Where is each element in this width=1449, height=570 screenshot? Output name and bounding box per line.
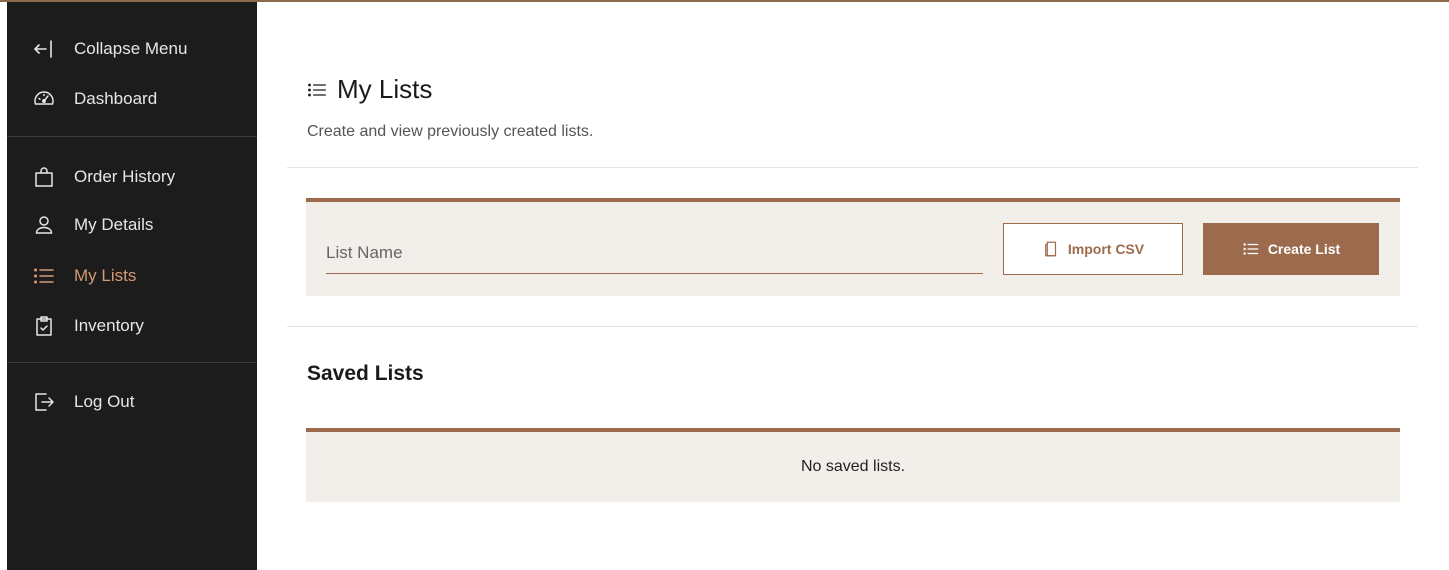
import-csv-button[interactable]: Import CSV xyxy=(1003,223,1183,275)
list-icon xyxy=(307,80,327,100)
sidebar-item-log-out[interactable]: Log Out xyxy=(7,384,257,420)
page-header: My Lists xyxy=(307,74,432,105)
sidebar-divider xyxy=(7,362,257,363)
sidebar-item-label: Log Out xyxy=(74,392,135,411)
sidebar-divider xyxy=(7,136,257,137)
sidebar-item-my-details[interactable]: My Details xyxy=(7,207,257,243)
shopping-bag-icon xyxy=(32,165,56,189)
arrow-left-bar-icon xyxy=(32,37,56,61)
import-csv-label: Import CSV xyxy=(1067,241,1145,257)
document-icon xyxy=(1042,240,1060,258)
speedometer-icon xyxy=(32,87,56,111)
sidebar-item-inventory[interactable]: Inventory xyxy=(7,308,257,344)
create-list-button[interactable]: Create List xyxy=(1203,223,1379,275)
create-list-form: Import CSV Create List xyxy=(306,198,1400,296)
collapse-menu-button[interactable]: Collapse Menu xyxy=(7,31,257,67)
saved-lists-panel: No saved lists. xyxy=(306,428,1400,502)
logout-icon xyxy=(32,390,56,414)
sidebar-item-label: My Details xyxy=(74,215,154,234)
divider xyxy=(287,167,1418,168)
sidebar-item-label: Inventory xyxy=(74,316,144,335)
create-list-label: Create List xyxy=(1267,241,1341,257)
list-icon xyxy=(32,264,56,288)
collapse-menu-label: Collapse Menu xyxy=(74,39,188,58)
sidebar-item-label: Dashboard xyxy=(74,89,158,108)
sidebar-item-label: Order History xyxy=(74,167,176,186)
user-icon xyxy=(32,213,56,237)
page-subtitle: Create and view previously created lists… xyxy=(307,123,594,140)
list-name-input[interactable] xyxy=(326,232,983,274)
page-title: My Lists xyxy=(337,74,433,104)
empty-state-text: No saved lists. xyxy=(800,458,906,475)
sidebar-item-order-history[interactable]: Order History xyxy=(7,159,257,195)
list-icon xyxy=(1242,240,1260,258)
saved-lists-title: Saved Lists xyxy=(307,362,424,385)
clipboard-check-icon xyxy=(32,314,56,338)
sidebar-item-label: My Lists xyxy=(74,266,137,285)
sidebar: Collapse Menu Dashboard Order History My… xyxy=(7,2,257,570)
sidebar-item-my-lists[interactable]: My Lists xyxy=(7,258,257,294)
divider xyxy=(287,326,1418,327)
sidebar-item-dashboard[interactable]: Dashboard xyxy=(7,81,257,117)
